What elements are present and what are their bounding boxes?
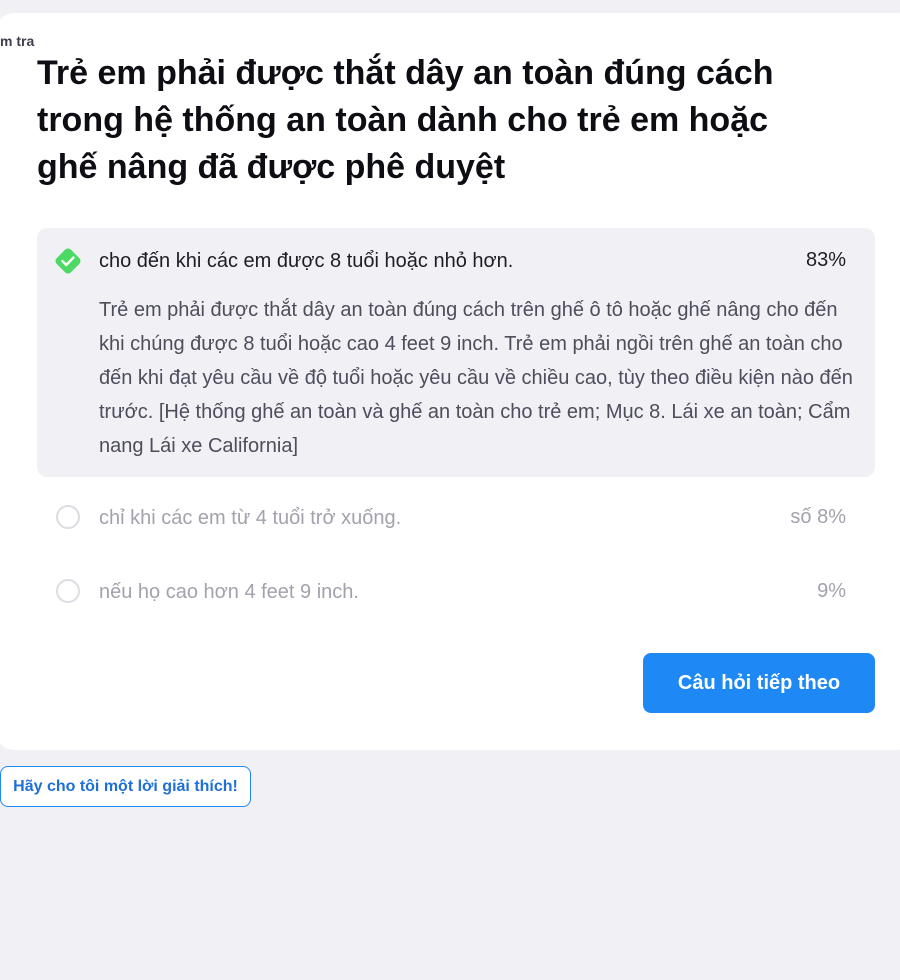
answer-option[interactable]: nếu họ cao hơn 4 feet 9 inch. 9% [37, 571, 875, 615]
explain-button[interactable]: Hãy cho tôi một lời giải thích! [0, 766, 251, 807]
answer-label: chỉ khi các em từ 4 tuổi trở xuống. [99, 507, 402, 529]
answer-percent: 83% [805, 249, 846, 271]
answer-percent: 9% [817, 580, 846, 602]
breadcrumb[interactable]: m tra [0, 33, 34, 49]
answer-option-correct[interactable]: cho đến khi các em được 8 tuổi hoặc nhỏ … [37, 228, 875, 477]
radio-icon [56, 505, 80, 529]
check-icon [55, 248, 81, 274]
next-question-button[interactable]: Câu hỏi tiếp theo [643, 653, 875, 713]
answer-option[interactable]: chỉ khi các em từ 4 tuổi trở xuống. số 8… [37, 497, 875, 541]
radio-icon [56, 579, 80, 603]
answer-explanation: Trẻ em phải được thắt dây an toàn đúng c… [99, 299, 853, 457]
answer-percent: số 8% [790, 506, 846, 528]
answer-label: nếu họ cao hơn 4 feet 9 inch. [99, 581, 359, 603]
answer-label: cho đến khi các em được 8 tuổi hoặc nhỏ … [99, 250, 514, 272]
question-title: Trẻ em phải được thắt dây an toàn đúng c… [37, 54, 774, 186]
